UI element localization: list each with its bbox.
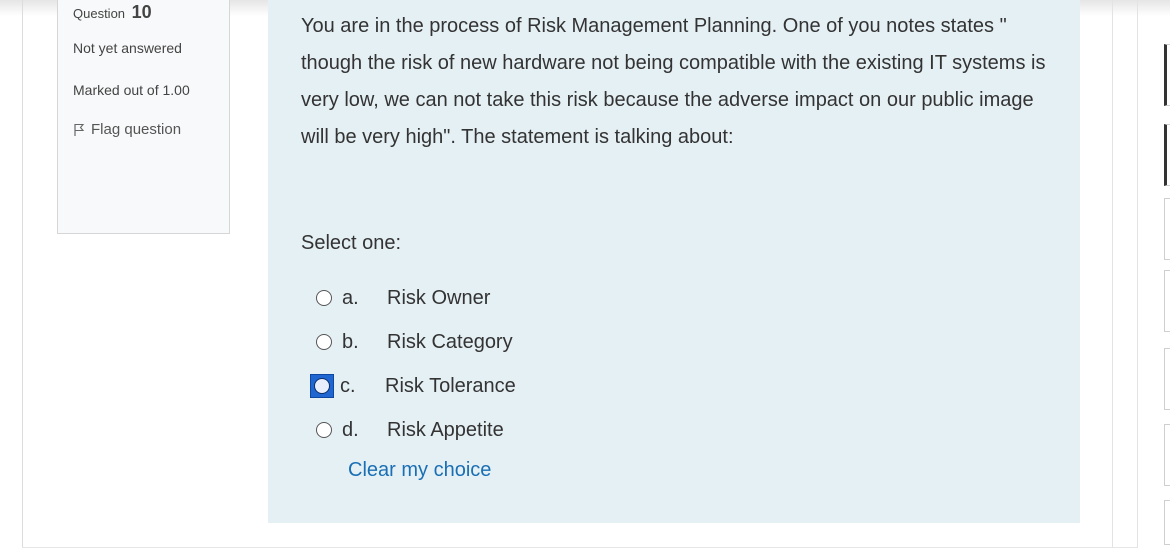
answer-option-c[interactable]: c. Risk Tolerance xyxy=(308,364,516,408)
option-label: Risk Appetite xyxy=(387,418,504,441)
option-letter: b. xyxy=(342,330,359,353)
radio-button-d[interactable] xyxy=(316,422,332,438)
quiz-nav-tile[interactable] xyxy=(1164,348,1170,410)
answer-option-b[interactable]: b. Risk Category xyxy=(308,320,516,364)
answer-options: a. Risk Owner b. Risk Category c. Risk T… xyxy=(308,276,516,482)
answer-option-d[interactable]: d. Risk Appetite xyxy=(308,408,516,452)
left-divider xyxy=(22,0,23,548)
option-label: Risk Owner xyxy=(387,286,491,309)
quiz-nav-tile[interactable] xyxy=(1164,500,1170,545)
question-number: Question 10 xyxy=(73,3,229,23)
quiz-page: Question 10 Not yet answered Marked out … xyxy=(0,0,1170,548)
flag-question-label: Flag question xyxy=(91,121,182,138)
radio-button-c-selected[interactable] xyxy=(310,374,334,398)
right-divider-outer xyxy=(1137,0,1138,548)
question-formulation: You are in the process of Risk Managemen… xyxy=(268,0,1080,523)
option-letter: a. xyxy=(342,286,359,309)
flag-icon xyxy=(74,123,85,136)
option-label: Risk Category xyxy=(387,330,513,353)
question-number-value: 10 xyxy=(131,2,152,22)
clear-choice-link[interactable]: Clear my choice xyxy=(348,459,516,482)
answer-prompt: Select one: xyxy=(301,232,402,254)
quiz-nav-tile[interactable] xyxy=(1164,424,1170,486)
option-letter: c. xyxy=(340,374,356,397)
quiz-nav-tile[interactable] xyxy=(1164,198,1170,260)
quiz-nav-tile[interactable] xyxy=(1164,124,1170,186)
option-label: Risk Tolerance xyxy=(385,374,516,397)
question-state: Not yet answered xyxy=(73,40,182,56)
question-label: Question xyxy=(73,6,126,21)
question-grade: Marked out of 1.00 xyxy=(73,82,190,98)
answer-option-a[interactable]: a. Risk Owner xyxy=(308,276,516,320)
quiz-nav-tile[interactable] xyxy=(1164,270,1170,332)
option-letter: d. xyxy=(342,418,359,441)
quiz-nav-tile[interactable] xyxy=(1164,44,1170,106)
radio-circle xyxy=(314,378,330,394)
right-divider xyxy=(1112,0,1113,548)
question-info-panel: Question 10 Not yet answered Marked out … xyxy=(57,0,230,234)
radio-button-b[interactable] xyxy=(316,334,332,350)
flag-question-link[interactable]: Flag question xyxy=(73,121,229,138)
question-text: You are in the process of Risk Managemen… xyxy=(301,15,1046,148)
radio-button-a[interactable] xyxy=(316,290,332,306)
